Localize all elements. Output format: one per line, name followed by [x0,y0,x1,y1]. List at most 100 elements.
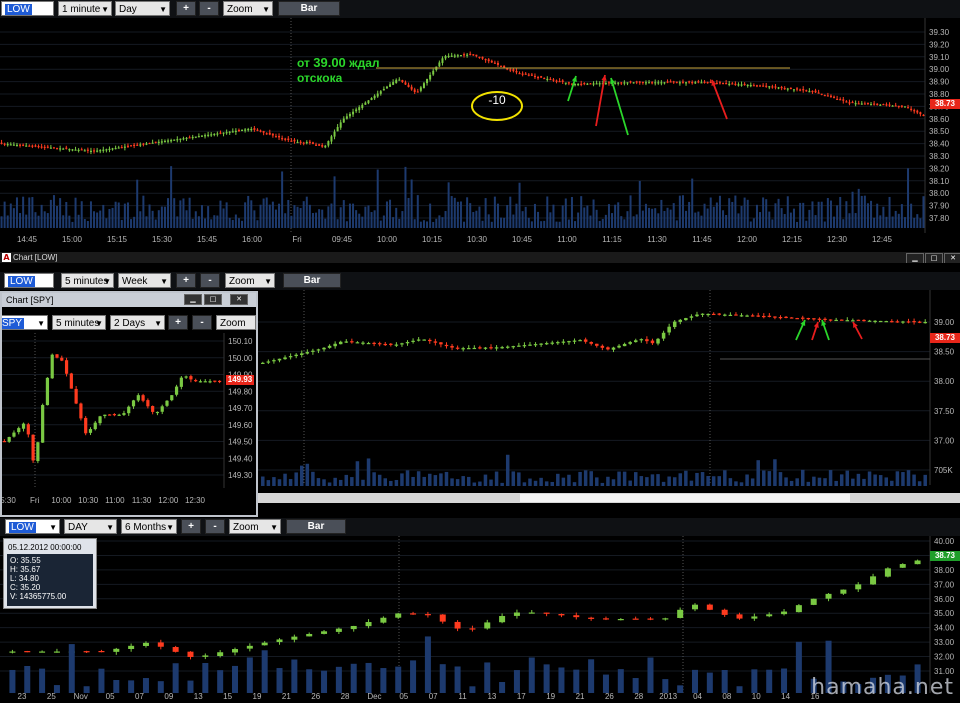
volume-bar [441,217,444,228]
volume-bar [77,214,80,228]
candle-body [481,56,484,59]
candle-body [9,651,16,653]
top-price-chart[interactable]: 39.3039.2039.1039.0038.9038.8038.7038.60… [0,18,960,250]
volume-bar [645,477,649,486]
candle-body [602,618,609,620]
y-tick-label: 38.30 [929,152,950,161]
candle-body [189,376,193,380]
chart-type-button[interactable]: Bar [286,519,346,534]
volume-bar [361,216,364,228]
zoom-in-button[interactable]: + [176,273,196,288]
volume-bar [845,470,850,486]
candle-body [825,593,832,599]
x-tick-label: 13 [194,692,203,701]
close-button[interactable]: ✕ [230,294,248,305]
volume-bar [635,214,638,228]
candle-body [851,320,855,322]
zoom-select[interactable]: Zoom [216,315,256,330]
spy-chart-window[interactable]: Chart [SPY] ▁ □ ✕ SPY ▼ 5 minutes ▼ 2 Days… [0,291,258,517]
volume-bar [453,197,456,228]
candle-body [120,146,123,149]
volume-bar [740,206,743,228]
volume-bar [416,195,419,228]
chart-type-button[interactable]: Bar [283,273,341,288]
candle-body [244,129,247,131]
volume-bar [528,478,532,486]
interval-select[interactable]: 5 minutes ▼ [52,315,106,330]
minimize-button[interactable]: ▁ [184,294,202,305]
candle-body [518,73,521,75]
volume-bar [291,659,298,693]
candle-body [31,434,35,461]
volume-bar [570,196,573,228]
volume-bar [828,470,833,486]
zoom-select[interactable]: Zoom ▼ [229,519,281,534]
symbol-input[interactable]: LOW [1,1,54,16]
candle-body [734,314,738,316]
range-select[interactable]: 6 Months ▼ [121,519,177,534]
zoom-select[interactable]: Zoom ▼ [223,1,273,16]
zoom-out-button[interactable]: - [199,1,219,16]
zoom-in-button[interactable]: + [181,519,201,534]
middle-window-titlebar[interactable]: A Chart [LOW] ▁ □ ✕ [0,252,960,264]
symbol-input[interactable]: LOW ▼ [5,519,60,534]
interval-select[interactable]: DAY ▼ [64,519,117,534]
zoom-out-button[interactable]: - [205,519,225,534]
zoom-out-button[interactable]: - [192,315,212,330]
range-select[interactable]: Week ▼ [118,273,171,288]
candle-body [897,105,900,108]
zoom-select[interactable]: Zoom ▼ [225,273,275,288]
volume-bar [413,219,416,228]
candle-body [743,83,746,86]
y-tick-label: 38.60 [929,115,950,124]
volume-bar [105,218,108,228]
candle-body [400,343,404,345]
volume-bar [602,674,609,693]
candle-body [537,77,540,79]
candle-body [899,564,906,568]
candle-body [114,147,117,150]
candle-body [632,82,635,84]
y-tick-label: 149.50 [228,438,253,447]
candle-body [225,132,228,134]
volume-bar [182,198,185,228]
candle-body [2,441,6,443]
volume-bar [404,166,407,228]
candle-body [89,150,92,153]
zoom-in-button[interactable]: + [168,315,188,330]
x-tick-label: 12:15 [782,235,803,244]
x-tick-label: 19 [253,692,262,701]
candle-body [102,149,105,151]
candle-body [324,145,327,148]
symbol-input[interactable]: LOW [4,273,54,288]
volume-bar [866,203,869,228]
y-tick-label: 149.30 [228,471,253,480]
candle-body [544,343,549,345]
symbol-input[interactable]: SPY ▼ [2,315,48,330]
candle-body [74,388,78,404]
volume-bar [6,215,9,228]
candle-body [288,356,293,358]
restore-button[interactable]: □ [204,294,222,305]
interval-select[interactable]: 5 minutes ▼ [61,273,114,288]
chart-type-button[interactable]: Bar [278,1,340,16]
volume-bar [611,213,614,228]
zoom-out-button[interactable]: - [200,273,220,288]
candle-body [573,615,580,618]
range-select[interactable]: 2 Days ▼ [110,315,165,330]
range-select[interactable]: Day ▼ [115,1,170,16]
zoom-in-button[interactable]: + [176,1,196,16]
spy-price-chart[interactable]: 150.10150.00149.90149.80149.70149.60149.… [2,333,256,513]
candle-body [901,321,905,323]
x-tick-label: 11:00 [557,235,577,244]
volume-bar [885,216,888,228]
candle-body [677,609,684,618]
candle-body [364,102,367,105]
volume-bar [876,203,879,228]
interval-select[interactable]: 1 minute ▼ [58,1,112,16]
volume-bar [677,685,684,693]
candle-body [845,320,850,322]
volume-bar [83,219,86,228]
volume-bar [503,217,506,228]
candle-body [739,315,744,317]
